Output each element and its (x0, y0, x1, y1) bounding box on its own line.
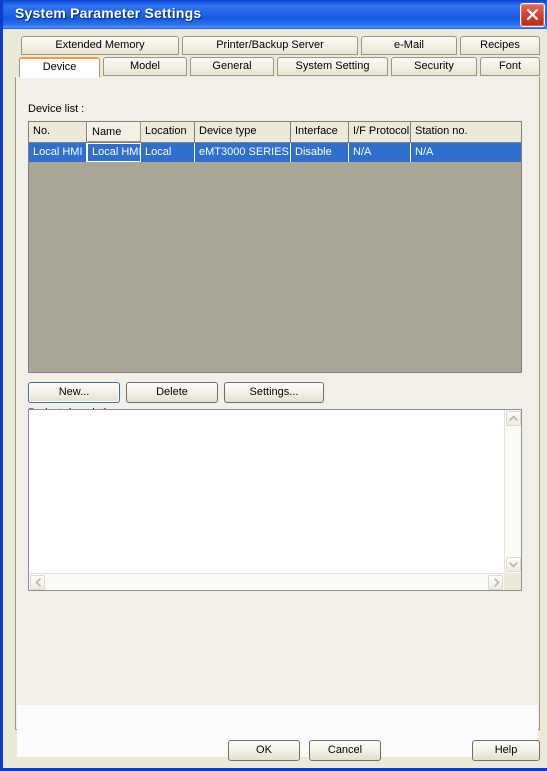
column-header-no[interactable]: No. (29, 122, 87, 142)
tab-strip: Extended Memory Printer/Backup Server e-… (15, 36, 540, 78)
tab-email[interactable]: e-Mail (361, 36, 457, 55)
scroll-right-button[interactable] (488, 575, 503, 590)
cell-device-type: eMT3000 SERIES (195, 143, 291, 162)
window-title: System Parameter Settings (15, 5, 202, 21)
tab-device[interactable]: Device (19, 57, 100, 78)
vertical-scrollbar[interactable] (504, 410, 521, 573)
column-header-name[interactable]: Name (87, 122, 141, 142)
column-header-interface[interactable]: Interface (291, 122, 349, 142)
title-bar[interactable]: System Parameter Settings (3, 0, 547, 29)
tab-font[interactable]: Font (480, 57, 540, 76)
delete-device-button[interactable]: Delete (126, 382, 218, 403)
project-description-input[interactable] (29, 410, 504, 573)
device-list-header: No. Name Location Device type Interface … (29, 122, 521, 143)
scroll-up-button[interactable] (506, 411, 521, 426)
tab-system-setting[interactable]: System Setting (277, 57, 388, 76)
close-button[interactable] (520, 3, 545, 27)
cell-station-no: N/A (415, 146, 434, 158)
device-tab-page: Device list : No. Name Location Device t… (15, 77, 540, 757)
help-button[interactable]: Help (472, 740, 540, 761)
ok-button[interactable]: OK (228, 740, 300, 761)
cell-name: Local HMI (87, 143, 141, 162)
scroll-down-button[interactable] (506, 557, 521, 572)
system-parameter-settings-dialog: System Parameter Settings Extended Memor… (0, 0, 547, 771)
cancel-button[interactable]: Cancel (309, 740, 381, 761)
project-description-box[interactable] (28, 409, 522, 591)
tab-printer-backup-server[interactable]: Printer/Backup Server (182, 36, 358, 55)
tab-model[interactable]: Model (103, 57, 187, 76)
cell-interface: Disable (291, 143, 349, 162)
tab-recipes[interactable]: Recipes (460, 36, 540, 55)
horizontal-scrollbar[interactable] (29, 573, 504, 590)
column-header-station-no[interactable]: Station no. (411, 122, 521, 142)
device-list[interactable]: No. Name Location Device type Interface … (28, 121, 522, 373)
column-header-device-type[interactable]: Device type (195, 122, 291, 142)
tab-extended-memory[interactable]: Extended Memory (21, 36, 179, 55)
cell-location: Local (141, 143, 195, 162)
column-header-location[interactable]: Location (141, 122, 195, 142)
table-row[interactable]: Local HMI Local HMI Local eMT3000 SERIES… (29, 143, 521, 162)
scrollbar-corner (504, 573, 521, 590)
new-device-button[interactable]: New... (28, 382, 120, 403)
device-settings-button[interactable]: Settings... (224, 382, 324, 403)
tab-security[interactable]: Security (391, 57, 477, 76)
tab-general[interactable]: General (190, 57, 274, 76)
dialog-client-area: Extended Memory Printer/Backup Server e-… (6, 29, 547, 768)
cell-if-protocol: N/A (349, 143, 411, 162)
column-header-if-protocol[interactable]: I/F Protocol (349, 122, 411, 142)
device-list-label: Device list : (28, 103, 85, 115)
cell-no: Local HMI (29, 143, 87, 162)
scroll-left-button[interactable] (30, 575, 45, 590)
